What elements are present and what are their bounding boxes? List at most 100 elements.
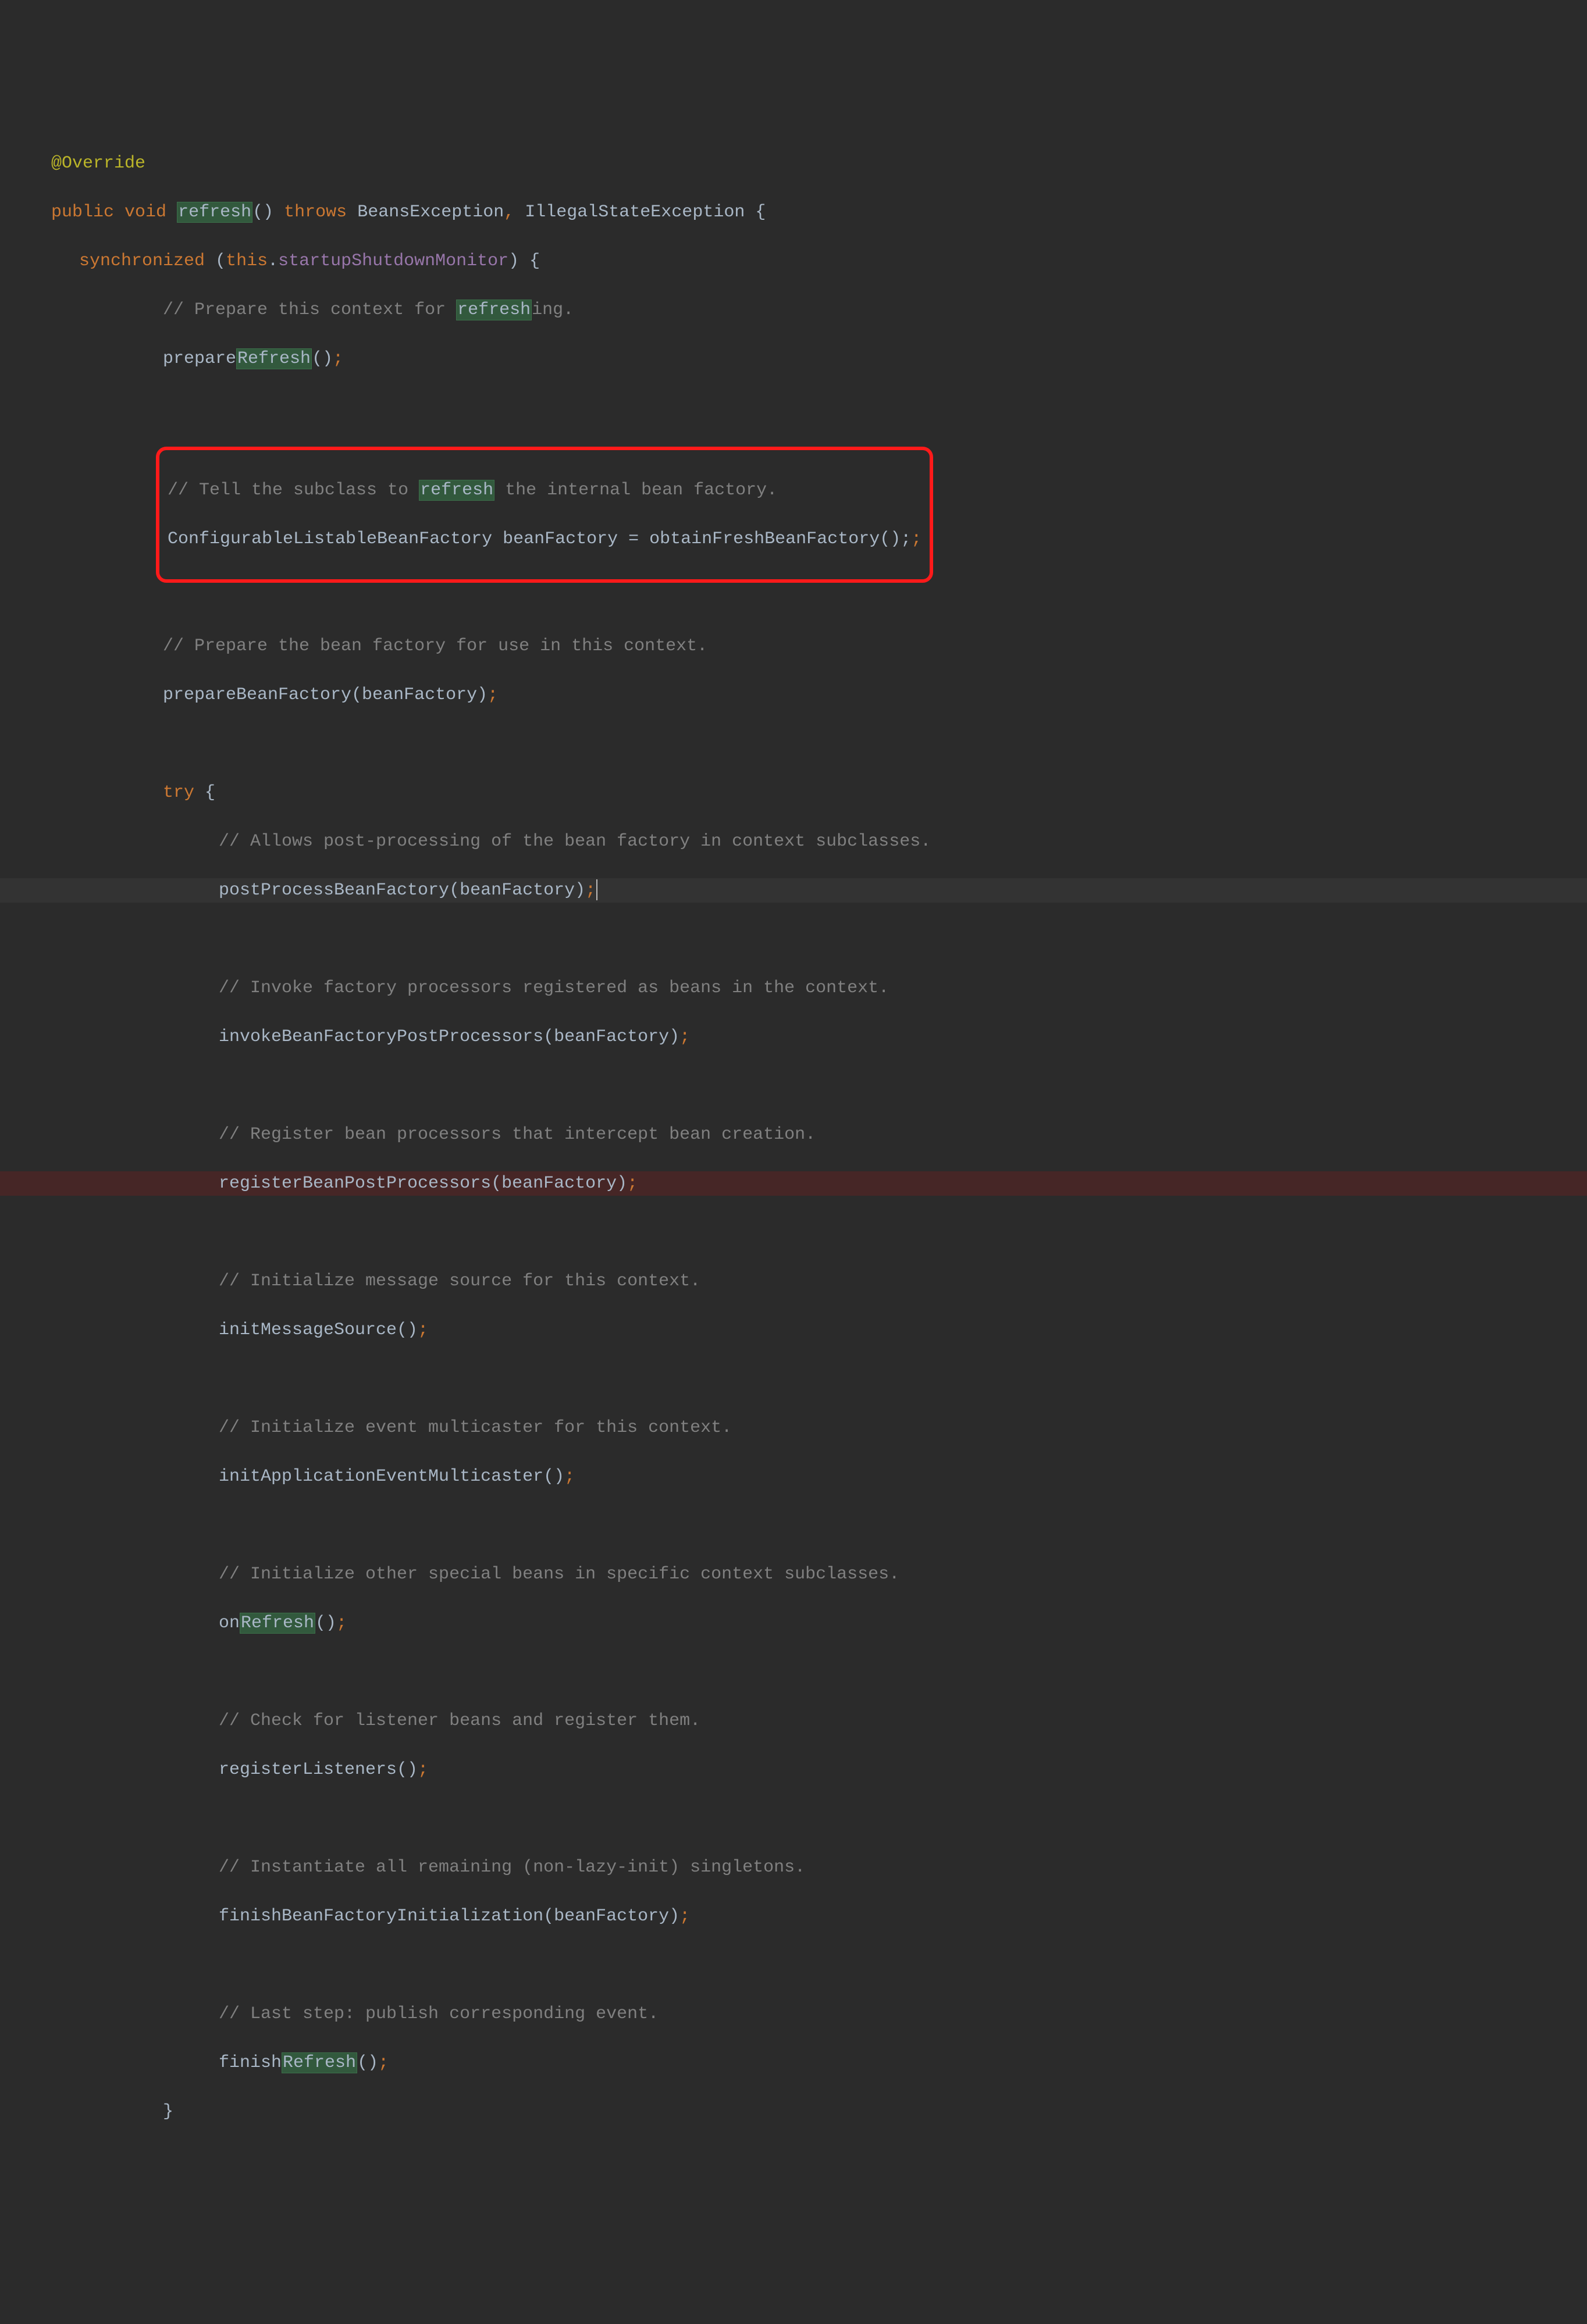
keyword-void: void — [124, 202, 166, 222]
dot: . — [268, 251, 278, 271]
sync-open-paren: ( — [205, 251, 226, 271]
method-open-brace: { — [745, 202, 766, 222]
comment-text: the internal bean factory. — [494, 480, 777, 500]
keyword-throws: throws — [284, 202, 347, 222]
search-highlight-refresh: Refresh — [236, 348, 312, 369]
keyword-try: try — [163, 783, 194, 803]
method-call: invokeBeanFactoryPostProcessors(beanFact… — [219, 1027, 679, 1047]
comment-prepare-beanfactory: // Prepare the bean factory for use in t… — [0, 634, 1587, 658]
semicolon: ; — [911, 529, 921, 549]
call-initapplicationeventmulticaster: initApplicationEventMulticaster(); — [0, 1464, 1587, 1489]
call-onrefresh: onRefresh(); — [0, 1611, 1587, 1635]
semicolon: ; — [679, 1027, 690, 1047]
comment-text: // Register bean processors that interce… — [219, 1125, 816, 1145]
search-highlight-refresh: Refresh — [240, 1613, 315, 1634]
comment-text: // Initialize other special beans in spe… — [219, 1564, 899, 1584]
search-highlight-refresh: Refresh — [282, 2052, 357, 2073]
statement-text: ConfigurableListableBeanFactory beanFact… — [168, 529, 911, 549]
method-call: postProcessBeanFactory(beanFactory) — [219, 881, 585, 900]
call-registerlisteners: registerListeners(); — [0, 1758, 1587, 1782]
blank-line — [0, 585, 1587, 609]
semicolon: ; — [627, 1174, 638, 1193]
synchronized-line: synchronized (this.startupShutdownMonito… — [0, 249, 1587, 273]
call-invokebeanfactorypostprocessors: invokeBeanFactoryPostProcessors(beanFact… — [0, 1025, 1587, 1049]
semicolon: ; — [333, 349, 343, 369]
exception-beans: BeansException — [357, 202, 504, 222]
method-call-prefix: prepare — [163, 349, 236, 369]
method-call-suffix: () — [315, 1613, 336, 1633]
call-preparerefresh: prepareRefresh(); — [0, 347, 1587, 371]
semicolon: ; — [564, 1467, 575, 1487]
method-call: prepareBeanFactory(beanFactory) — [163, 685, 488, 705]
blank-line — [0, 1074, 1587, 1098]
keyword-this: this — [226, 251, 268, 271]
comment-text: ing. — [532, 300, 574, 320]
comment-instantiate-singletons: // Instantiate all remaining (non-lazy-i… — [0, 1855, 1587, 1880]
call-obtainfreshbeanfactory: ConfigurableListableBeanFactory beanFact… — [168, 527, 921, 551]
semicolon: ; — [378, 2053, 389, 2073]
semicolon: ; — [336, 1613, 347, 1633]
comment-text: // Invoke factory processors registered … — [219, 978, 889, 998]
annotation-line: @Override — [0, 151, 1587, 176]
method-call: finishBeanFactoryInitialization(beanFact… — [219, 1906, 679, 1926]
comment-init-message-source: // Initialize message source for this co… — [0, 1269, 1587, 1293]
semicolon: ; — [679, 1906, 690, 1926]
method-signature: public void refresh() throws BeansExcept… — [0, 200, 1587, 224]
call-finishrefresh: finishRefresh(); — [0, 2051, 1587, 2075]
code-editor[interactable]: @Override public void refresh() throws B… — [0, 98, 1587, 2202]
blank-line — [0, 1660, 1587, 1684]
call-registerbeanpostprocessors: registerBeanPostProcessors(beanFactory); — [0, 1171, 1587, 1196]
comment-invoke-factory-processors: // Invoke factory processors registered … — [0, 976, 1587, 1000]
method-call: initApplicationEventMulticaster() — [219, 1467, 564, 1487]
blank-line — [0, 2148, 1587, 2173]
call-finishbeanfactoryinitialization: finishBeanFactoryInitialization(beanFact… — [0, 1904, 1587, 1929]
comment-text: // Allows post-processing of the bean fa… — [219, 832, 931, 851]
search-highlight-refresh: refresh — [456, 300, 532, 320]
comment-check-listeners: // Check for listener beans and register… — [0, 1709, 1587, 1733]
comment-last-step: // Last step: publish corresponding even… — [0, 2002, 1587, 2026]
comment-text: // Prepare this context for — [163, 300, 456, 320]
blank-line — [0, 1513, 1587, 1538]
override-annotation: @Override — [51, 154, 145, 173]
comment-text: // Last step: publish corresponding even… — [219, 2004, 659, 2024]
try-line: try { — [0, 780, 1587, 805]
comment-text: // Tell the subclass to — [168, 480, 419, 500]
comment-text: // Check for listener beans and register… — [219, 1711, 700, 1731]
blank-line — [0, 395, 1587, 420]
keyword-public: public — [51, 202, 114, 222]
semicolon: ; — [418, 1320, 428, 1340]
method-name-refresh: refresh — [177, 202, 252, 223]
try-close-brace: } — [0, 2100, 1587, 2124]
blank-line — [0, 1367, 1587, 1391]
comment-init-multicaster: // Initialize event multicaster for this… — [0, 1416, 1587, 1440]
blank-line — [0, 1220, 1587, 1245]
call-postprocessbeanfactory: postProcessBeanFactory(beanFactory); — [0, 878, 1587, 903]
call-initmessagesource: initMessageSource(); — [0, 1318, 1587, 1342]
method-call-suffix: () — [357, 2053, 378, 2073]
text-cursor — [596, 879, 597, 900]
sync-close: ) { — [508, 251, 540, 271]
comment-text: // Prepare the bean factory for use in t… — [163, 636, 707, 656]
comment-prepare-context: // Prepare this context for refreshing. — [0, 298, 1587, 322]
comment-text: // Instantiate all remaining (non-lazy-i… — [219, 1858, 805, 1877]
search-highlight-refresh: refresh — [419, 480, 494, 501]
method-call: registerListeners() — [219, 1760, 418, 1780]
semicolon: ; — [585, 881, 596, 900]
comment-text: // Initialize message source for this co… — [219, 1271, 700, 1291]
comment-tell-subclass: // Tell the subclass to refresh the inte… — [168, 478, 921, 502]
method-call-prefix: on — [219, 1613, 240, 1633]
comment-postprocessing: // Allows post-processing of the bean fa… — [0, 829, 1587, 854]
comment-text: // Initialize event multicaster for this… — [219, 1418, 732, 1438]
semicolon: ; — [488, 685, 498, 705]
semicolon: ; — [418, 1760, 428, 1780]
comment-init-special-beans: // Initialize other special beans in spe… — [0, 1562, 1587, 1587]
blank-line — [0, 1953, 1587, 1977]
blank-line — [0, 732, 1587, 756]
comment-register-bean-processors: // Register bean processors that interce… — [0, 1122, 1587, 1147]
highlighted-region: // Tell the subclass to refresh the inte… — [156, 447, 933, 583]
close-brace: } — [163, 2102, 173, 2122]
keyword-synchronized: synchronized — [79, 251, 205, 271]
call-preparebeanfactory: prepareBeanFactory(beanFactory); — [0, 683, 1587, 707]
exception-illegalstate: IllegalStateException — [525, 202, 745, 222]
method-call-prefix: finish — [219, 2053, 282, 2073]
